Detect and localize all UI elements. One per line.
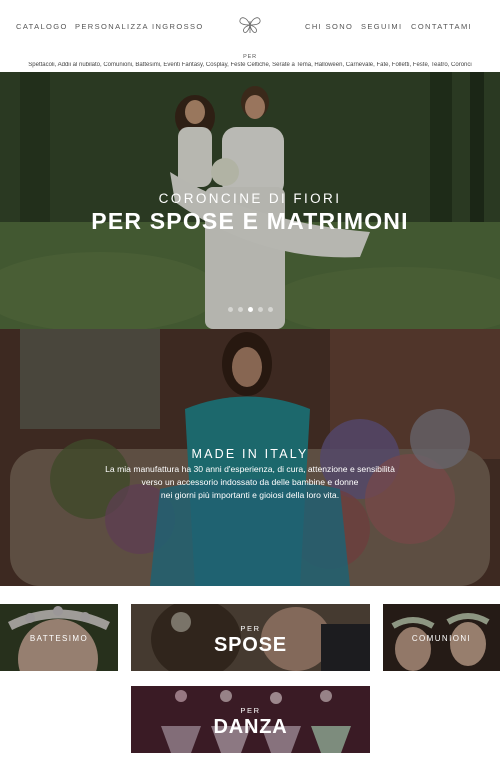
slider-dot-2[interactable] [238,307,243,312]
made-in-italy-line-3: nei giorni più importanti e gioiosi dell… [160,490,340,501]
tile-danza-per: PER [240,706,261,715]
occasions-list[interactable]: Spettacoli, Addii al nubilato, Comunioni… [0,62,500,68]
nav-seguimi[interactable]: SEGUIMI [361,22,402,31]
hero-title: PER SPOSE E MATRIMONI [91,208,409,234]
tile-danza-label: DANZA [213,716,288,738]
nav-personalizza[interactable]: PERSONALIZZA [75,22,149,31]
tile-comunioni-label: COMUNIONI [411,634,472,643]
slider-dot-4[interactable] [258,307,263,312]
nav-chi-sono[interactable]: CHI SONO [305,22,353,31]
nav-contattami[interactable]: CONTATTAMI [411,22,472,31]
hero-subtitle: CORONCINE DI FIORI [158,191,342,206]
tile-spose-label: SPOSE [214,634,287,656]
slider-dot-3[interactable] [248,307,253,312]
made-in-italy-line-2: verso un accessorio indossato da delle b… [141,477,359,488]
occasions-header: PER [243,54,257,60]
tile-danza[interactable]: PER DANZA [131,686,370,753]
tile-spose-per: PER [240,624,261,633]
nav-ingrosso[interactable]: INGROSSO [152,22,204,31]
tile-battesimo-label: BATTESIMO [29,634,89,643]
slider-dots [228,307,273,312]
top-navigation: CATALOGO PERSONALIZZA INGROSSO CHI SONO … [0,0,500,52]
slider-dot-5[interactable] [268,307,273,312]
made-in-italy-text: La mia manufattura ha 30 anni d'esperien… [0,463,500,503]
slider-dot-1[interactable] [228,307,233,312]
made-in-italy-line-1: La mia manufattura ha 30 anni d'esperien… [105,464,395,474]
tile-battesimo[interactable]: BATTESIMO [0,604,118,671]
tile-comunioni[interactable]: COMUNIONI [383,604,500,671]
nav-catalogo[interactable]: CATALOGO [16,22,68,31]
made-in-italy-title: MADE IN ITALY [191,447,309,461]
butterfly-logo-icon[interactable] [238,14,262,36]
tile-spose[interactable]: PER SPOSE [131,604,370,671]
